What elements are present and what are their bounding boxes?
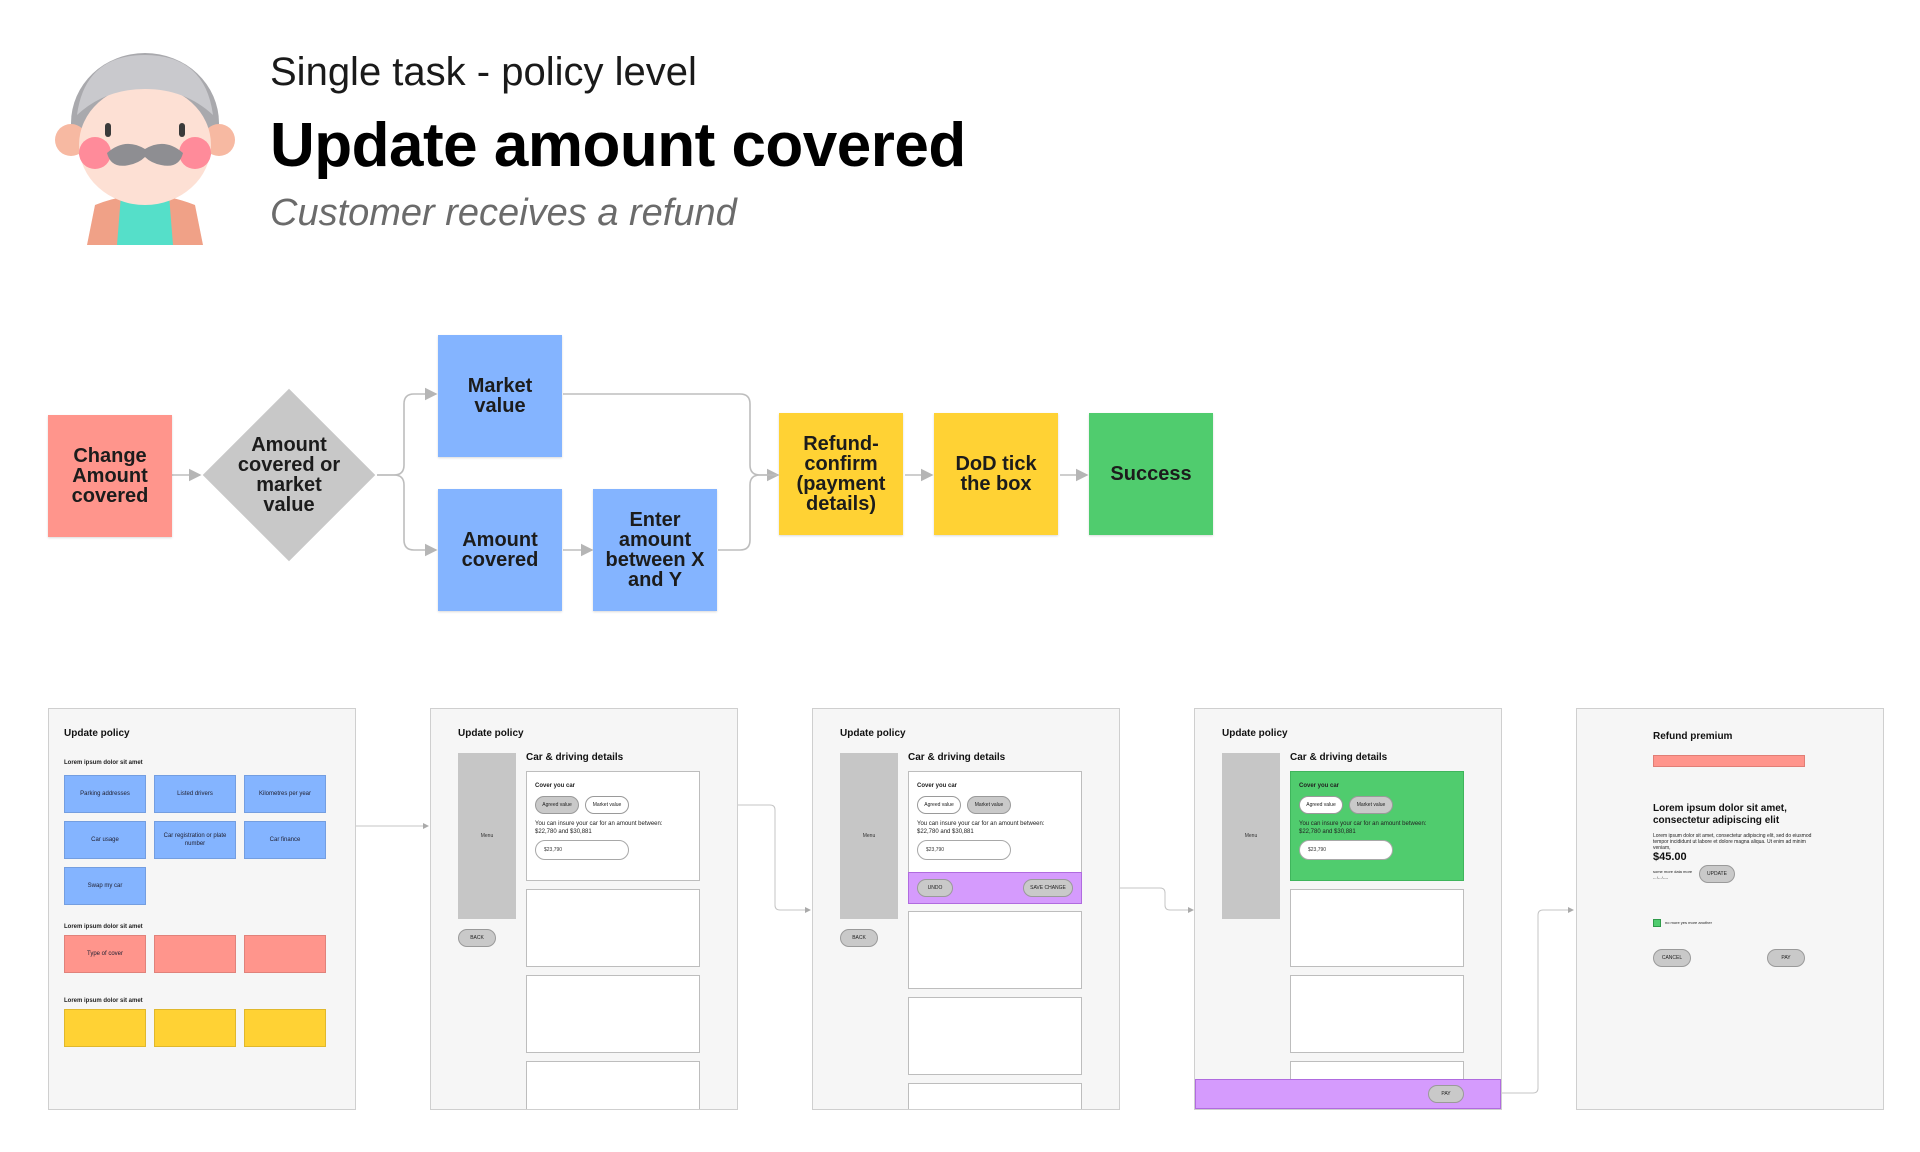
amount-input[interactable]: $23,790 — [535, 840, 629, 860]
page-subtitle: Customer receives a refund — [270, 192, 737, 234]
side-menu[interactable]: Menu — [458, 753, 516, 919]
tile-type-of-cover[interactable]: Type of cover — [64, 935, 146, 973]
screen-title: Update policy — [840, 728, 906, 739]
node-change-amount: Change Amount covered — [48, 415, 172, 537]
amount-hint: You can insure your car for an amount be… — [1299, 821, 1427, 835]
price-note: some more data more — [1653, 869, 1693, 874]
screen-title: Update policy — [64, 728, 130, 739]
cover-label: Cover you car — [1299, 783, 1340, 789]
screen-title: Update policy — [1222, 728, 1288, 739]
placeholder-panel — [908, 997, 1082, 1075]
node-market-value: Market value — [438, 335, 562, 457]
agreed-value-toggle[interactable]: Agreed value — [535, 796, 579, 814]
back-button[interactable]: BACK — [458, 929, 496, 947]
placeholder-panel — [526, 1061, 700, 1109]
page-title: Update amount covered — [270, 111, 966, 180]
amount-hint: You can insure your car for an amount be… — [535, 821, 663, 835]
section-label: Lorem ipsum dolor sit amet — [64, 998, 143, 1004]
tile-car-usage[interactable]: Car usage — [64, 821, 146, 859]
node-decision-label: Amount covered or market value — [237, 434, 341, 516]
section-title: Car & driving details — [908, 752, 1006, 763]
pay-bar: PAY — [1195, 1079, 1501, 1109]
side-menu[interactable]: Menu — [1222, 753, 1280, 919]
page-kicker: Single task - policy level — [270, 50, 697, 94]
section-label: Lorem ipsum dolor sit amet — [64, 760, 143, 766]
placeholder-panel — [908, 911, 1082, 989]
screen-car-details-saved: Update policy Car & driving details Menu… — [1194, 708, 1502, 1110]
cover-label: Cover you car — [535, 783, 576, 789]
update-button[interactable]: UPDATE — [1699, 865, 1735, 883]
refund-heading: Lorem ipsum dolor sit amet, consectetur … — [1653, 803, 1787, 826]
node-success-label: Success — [1110, 463, 1192, 485]
cancel-button[interactable]: CANCEL — [1653, 949, 1691, 967]
node-change-amount-label: Change Amount covered — [71, 445, 149, 507]
tile-yellow-placeholder[interactable] — [154, 1009, 236, 1047]
screen-title: Refund premium — [1653, 731, 1733, 742]
pay-button[interactable]: PAY — [1767, 949, 1805, 967]
tile-listed-drivers[interactable]: Listed drivers — [154, 775, 236, 813]
pay-button[interactable]: PAY — [1428, 1085, 1464, 1103]
amount-hint: You can insure your car for an amount be… — [917, 821, 1045, 835]
agreed-value-toggle[interactable]: Agreed value — [1299, 796, 1343, 814]
node-amount-covered-label: Amount covered — [461, 529, 539, 571]
market-value-toggle[interactable]: Market value — [585, 796, 629, 814]
tile-yellow-placeholder[interactable] — [64, 1009, 146, 1047]
cover-label: Cover you car — [917, 783, 958, 789]
side-menu[interactable]: Menu — [840, 753, 898, 919]
market-value-toggle[interactable]: Market value — [967, 796, 1011, 814]
market-value-toggle[interactable]: Market value — [1349, 796, 1393, 814]
refund-body: Lorem ipsum dolor sit amet, consectetur … — [1653, 833, 1812, 851]
placeholder-panel — [1290, 975, 1464, 1053]
agreed-value-toggle[interactable]: Agreed value — [917, 796, 961, 814]
refund-price: $45.00 — [1653, 851, 1687, 863]
save-change-button[interactable]: SAVE CHANGE — [1023, 879, 1073, 897]
node-enter-amount-label: Enter amount between X and Y — [605, 509, 705, 591]
node-refund-confirm-label: Refund-confirm (payment details) — [796, 433, 886, 515]
back-button[interactable]: BACK — [840, 929, 878, 947]
node-success: Success — [1089, 413, 1213, 535]
tile-car-registration[interactable]: Car registration or plate number — [154, 821, 236, 859]
node-market-value-label: Market value — [467, 375, 533, 417]
cover-panel-saved: Cover you car Agreed value Market value … — [1290, 771, 1464, 881]
screen-car-details: Update policy Car & driving details Menu… — [430, 708, 738, 1110]
tile-kilometres-per-year[interactable]: Kilometres per year — [244, 775, 326, 813]
screen-title: Update policy — [458, 728, 524, 739]
section-title: Car & driving details — [1290, 752, 1388, 763]
node-enter-amount: Enter amount between X and Y — [593, 489, 717, 611]
tile-red-placeholder[interactable] — [244, 935, 326, 973]
confirm-checkbox[interactable] — [1653, 919, 1661, 927]
placeholder-panel — [526, 889, 700, 967]
tile-car-finance[interactable]: Car finance — [244, 821, 326, 859]
amount-input[interactable]: $23,790 — [917, 840, 1011, 860]
node-amount-covered: Amount covered — [438, 489, 562, 611]
undo-button[interactable]: UNDO — [917, 879, 953, 897]
placeholder-panel — [1290, 889, 1464, 967]
tile-yellow-placeholder[interactable] — [244, 1009, 326, 1047]
node-dod-label: DoD tick the box — [955, 453, 1037, 495]
placeholder-panel — [908, 1083, 1082, 1109]
node-refund-confirm: Refund-confirm (payment details) — [779, 413, 903, 535]
tile-swap-my-car[interactable]: Swap my car — [64, 867, 146, 905]
cover-panel: Cover you car Agreed value Market value … — [908, 771, 1082, 881]
section-title: Car & driving details — [526, 752, 624, 763]
progress-bar — [1653, 755, 1805, 767]
tile-red-placeholder[interactable] — [154, 935, 236, 973]
price-date: -- /-- /---- — [1653, 875, 1669, 880]
node-decision: Amount covered or market value — [202, 388, 376, 562]
amount-input[interactable]: $23,790 — [1299, 840, 1393, 860]
section-label: Lorem ipsum dolor sit amet — [64, 924, 143, 930]
node-dod: DoD tick the box — [934, 413, 1058, 535]
action-bar: UNDO SAVE CHANGE — [908, 872, 1082, 904]
checkbox-label: no more yes more another — [1665, 920, 1712, 925]
tile-parking-addresses[interactable]: Parking addresses — [64, 775, 146, 813]
cover-panel: Cover you car Agreed value Market value … — [526, 771, 700, 881]
screen-refund-premium: Refund premium Lorem ipsum dolor sit ame… — [1576, 708, 1884, 1110]
placeholder-panel — [526, 975, 700, 1053]
avatar — [55, 53, 235, 245]
screen-update-policy-menu: Update policy Lorem ipsum dolor sit amet… — [48, 708, 356, 1110]
screen-car-details-edited: Update policy Car & driving details Menu… — [812, 708, 1120, 1110]
